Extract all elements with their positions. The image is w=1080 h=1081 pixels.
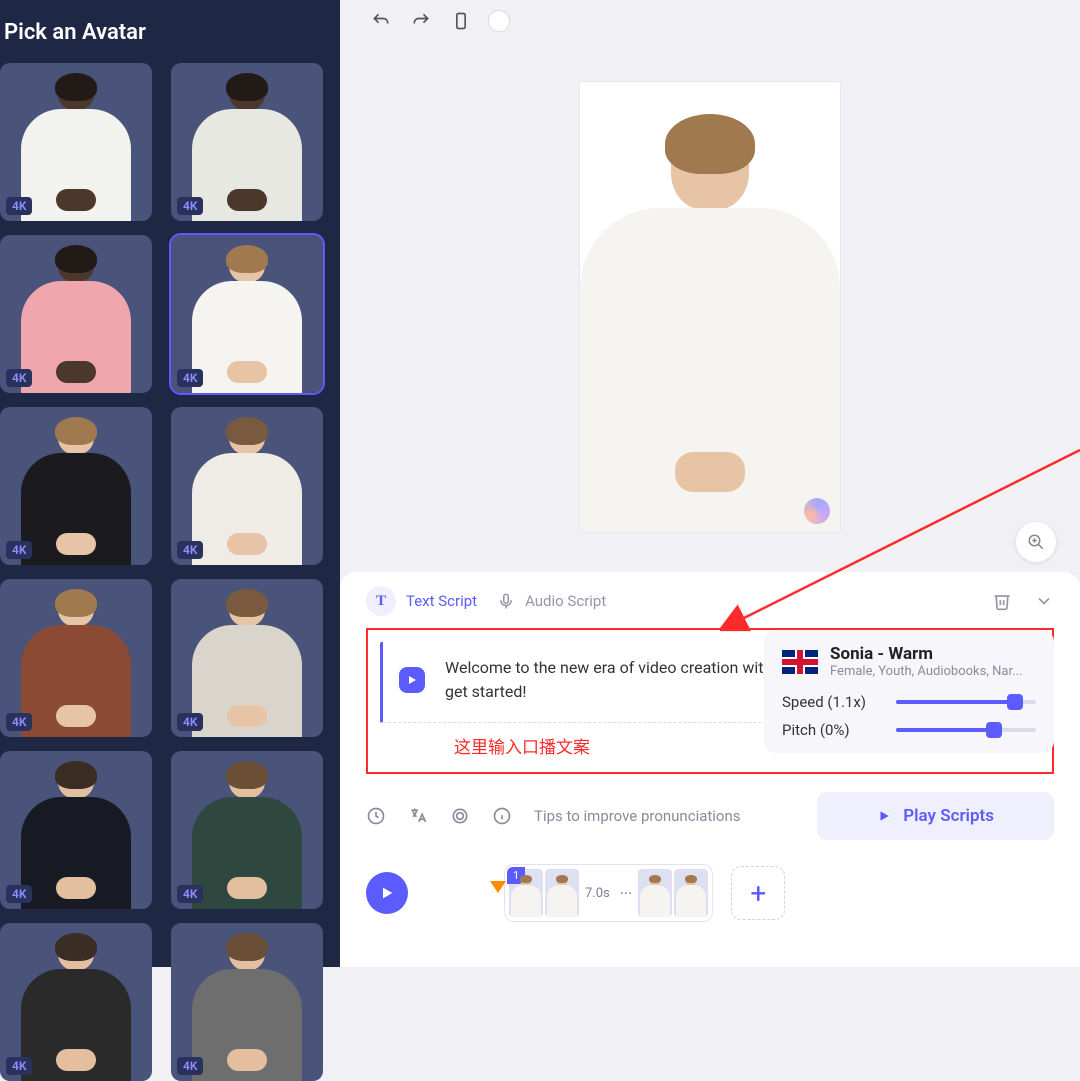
zoom-in-button[interactable] bbox=[1016, 522, 1056, 562]
avatar-badge: 4K bbox=[6, 369, 32, 387]
pitch-label: Pitch (0%) bbox=[782, 721, 882, 739]
avatar-badge: 4K bbox=[6, 197, 32, 215]
avatar-badge: 4K bbox=[6, 713, 32, 731]
avatar-silhouette bbox=[187, 243, 307, 393]
script-panel: T Text Script Audio Script Welcome to th… bbox=[340, 572, 1080, 967]
avatar-card[interactable]: 4K bbox=[0, 63, 152, 221]
avatar-card[interactable]: 4K bbox=[171, 63, 323, 221]
avatar-badge: 4K bbox=[6, 1057, 32, 1075]
tab-audio-script[interactable]: Audio Script bbox=[497, 592, 606, 610]
avatar-silhouette bbox=[187, 587, 307, 737]
ai-icon[interactable] bbox=[450, 806, 470, 826]
avatar-grid: 4K 4K 4K 4K 4K 4K 4K 4K 4K 4K 4K 4K bbox=[0, 63, 328, 1081]
delete-script-button[interactable] bbox=[992, 591, 1012, 611]
avatar-silhouette bbox=[187, 415, 307, 565]
avatar-silhouette bbox=[16, 243, 136, 393]
avatar-badge: 4K bbox=[177, 885, 203, 903]
expand-script-button[interactable] bbox=[1034, 591, 1054, 611]
avatar-silhouette bbox=[16, 71, 136, 221]
avatar-card[interactable]: 4K bbox=[0, 235, 152, 393]
add-clip-button[interactable]: + bbox=[731, 866, 785, 920]
avatar-card[interactable]: 4K bbox=[171, 923, 323, 1081]
canvas-avatar bbox=[590, 102, 830, 532]
tab-label: Text Script bbox=[406, 592, 477, 610]
uk-flag-icon bbox=[782, 650, 818, 674]
avatar-silhouette bbox=[187, 759, 307, 909]
play-script-chip[interactable] bbox=[399, 667, 425, 693]
mic-icon bbox=[497, 592, 515, 610]
voice-settings: Sonia - Warm Female, Youth, Audiobooks, … bbox=[764, 630, 1054, 753]
pitch-slider-row: Pitch (0%) bbox=[782, 721, 1036, 739]
play-scripts-label: Play Scripts bbox=[903, 806, 994, 826]
portrait-orientation-button[interactable] bbox=[448, 8, 474, 34]
avatar-card[interactable]: 4K bbox=[171, 579, 323, 737]
avatar-silhouette bbox=[16, 415, 136, 565]
voice-tags: Female, Youth, Audiobooks, Nar... bbox=[830, 664, 1022, 679]
avatar-card[interactable]: 4K bbox=[0, 923, 152, 1081]
avatar-badge: 4K bbox=[177, 541, 203, 559]
sidebar-title: Pick an Avatar bbox=[0, 20, 328, 45]
clip-more-button[interactable]: ··· bbox=[616, 884, 637, 903]
avatar-silhouette bbox=[187, 71, 307, 221]
undo-button[interactable] bbox=[368, 8, 394, 34]
avatar-card[interactable]: 4K bbox=[0, 751, 152, 909]
timeline-clip[interactable]: 1 7.0s ··· bbox=[504, 864, 713, 922]
tips-label[interactable]: Tips to improve pronunciations bbox=[534, 807, 741, 825]
pitch-slider[interactable] bbox=[896, 728, 1036, 732]
text-script-icon: T bbox=[366, 586, 396, 616]
avatar-card[interactable]: 4K bbox=[171, 407, 323, 565]
tab-label: Audio Script bbox=[525, 592, 606, 610]
tab-text-script[interactable]: T Text Script bbox=[366, 586, 477, 616]
watermark-logo-icon bbox=[804, 498, 830, 524]
clip-duration: 7.0s bbox=[581, 886, 614, 901]
avatar-silhouette bbox=[16, 759, 136, 909]
main-area: T Text Script Audio Script Welcome to th… bbox=[340, 0, 1080, 967]
playhead-icon[interactable] bbox=[488, 875, 508, 895]
avatar-card[interactable]: 4K bbox=[0, 407, 152, 565]
avatar-badge: 4K bbox=[6, 885, 32, 903]
canvas-wrap bbox=[340, 42, 1080, 572]
timeline: 1 7.0s ··· + bbox=[366, 864, 1054, 932]
timeline-play-button[interactable] bbox=[366, 872, 408, 914]
avatar-badge: 4K bbox=[177, 713, 203, 731]
avatar-badge: 4K bbox=[6, 541, 32, 559]
avatar-silhouette bbox=[16, 931, 136, 1081]
redo-button[interactable] bbox=[408, 8, 434, 34]
avatar-sidebar: Pick an Avatar 4K4K4K4K4K4K4K4K4K4K4K4K bbox=[0, 0, 340, 967]
script-tabs: T Text Script Audio Script bbox=[366, 586, 1054, 616]
play-scripts-button[interactable]: Play Scripts bbox=[817, 792, 1054, 840]
avatar-badge: 4K bbox=[177, 197, 203, 215]
speed-label: Speed (1.1x) bbox=[782, 693, 882, 711]
avatar-card[interactable]: 4K bbox=[171, 235, 323, 393]
avatar-badge: 4K bbox=[177, 369, 203, 387]
avatar-badge: 4K bbox=[177, 1057, 203, 1075]
avatar-silhouette bbox=[187, 931, 307, 1081]
history-icon[interactable] bbox=[366, 806, 386, 826]
avatar-card[interactable]: 4K bbox=[0, 579, 152, 737]
info-icon bbox=[492, 806, 512, 826]
speed-slider-row: Speed (1.1x) bbox=[782, 693, 1036, 711]
avatar-card[interactable]: 4K bbox=[171, 751, 323, 909]
speed-slider[interactable] bbox=[896, 700, 1036, 704]
voice-name[interactable]: Sonia - Warm bbox=[830, 644, 1022, 664]
translate-icon[interactable] bbox=[408, 806, 428, 826]
avatar-silhouette bbox=[16, 587, 136, 737]
canvas-toolbar bbox=[340, 0, 1080, 42]
background-toggle[interactable] bbox=[488, 10, 510, 32]
video-canvas[interactable] bbox=[580, 82, 840, 532]
play-icon bbox=[877, 809, 891, 823]
script-under-row: Tips to improve pronunciations Play Scri… bbox=[366, 792, 1054, 840]
